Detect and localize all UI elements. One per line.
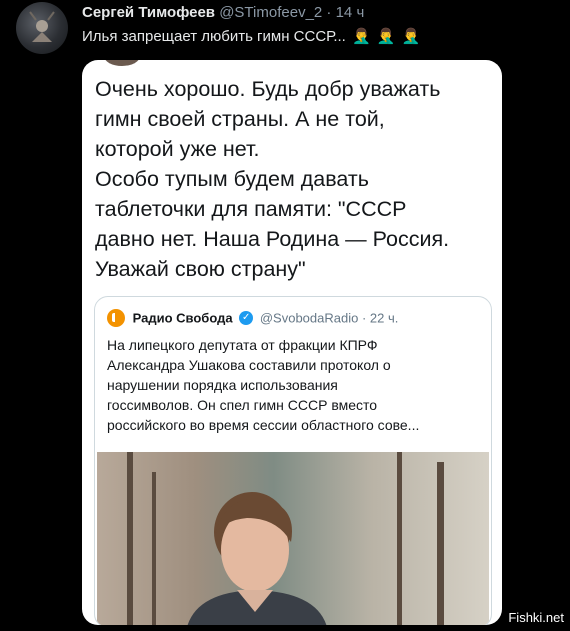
tweet-time[interactable]: 14 ч [336, 4, 365, 21]
tweet-text-content: Илья запрещает любить гимн СССР... [82, 28, 346, 45]
quoted-author-name: Радио Свобода [132, 310, 233, 326]
author-name[interactable]: Сергей Тимофеев [82, 4, 215, 21]
person-figure [187, 492, 327, 625]
facepalm-icon: 🤦‍♂️ [352, 28, 371, 45]
radio-svoboda-logo-icon [107, 309, 125, 327]
quoted-separator: · [361, 310, 367, 326]
quoted-tweet-text: На липецкого депутата от фракции КПРФ Ал… [107, 337, 420, 433]
avatar[interactable] [16, 2, 68, 54]
facepalm-icon: 🤦‍♂️ [376, 28, 396, 45]
quoted-author-handle: @SvobodaRadio [259, 310, 359, 326]
facepalm-icon: 🤦‍♂️ [401, 28, 421, 45]
quoted-time: 22 ч. [369, 310, 399, 326]
quoted-photo[interactable] [97, 452, 489, 625]
quoted-tweet[interactable]: Радио Свобода ✓ @SvobodaRadio · 22 ч. На… [94, 296, 492, 625]
screenshot-text: Очень хорошо. Будь добр уважать гимн сво… [95, 77, 450, 281]
header-separator: · [326, 4, 332, 21]
avatar-figure [29, 11, 55, 42]
tweet-text: Илья запрещает любить гимн СССР... 🤦‍♂️ … [82, 27, 420, 45]
quoted-tweet-header: Радио Свобода ✓ @SvobodaRadio · 22 ч. [107, 309, 398, 327]
tweet-header: Сергей Тимофеев @STimofeev_2 · 14 ч [82, 4, 364, 21]
author-handle[interactable]: @STimofeev_2 [219, 4, 322, 21]
avatar-peek [104, 60, 140, 66]
watermark: Fishki.net [508, 610, 564, 625]
attached-screenshot[interactable]: Очень хорошо. Будь добр уважать гимн сво… [82, 60, 502, 625]
verified-badge-icon: ✓ [239, 311, 254, 325]
